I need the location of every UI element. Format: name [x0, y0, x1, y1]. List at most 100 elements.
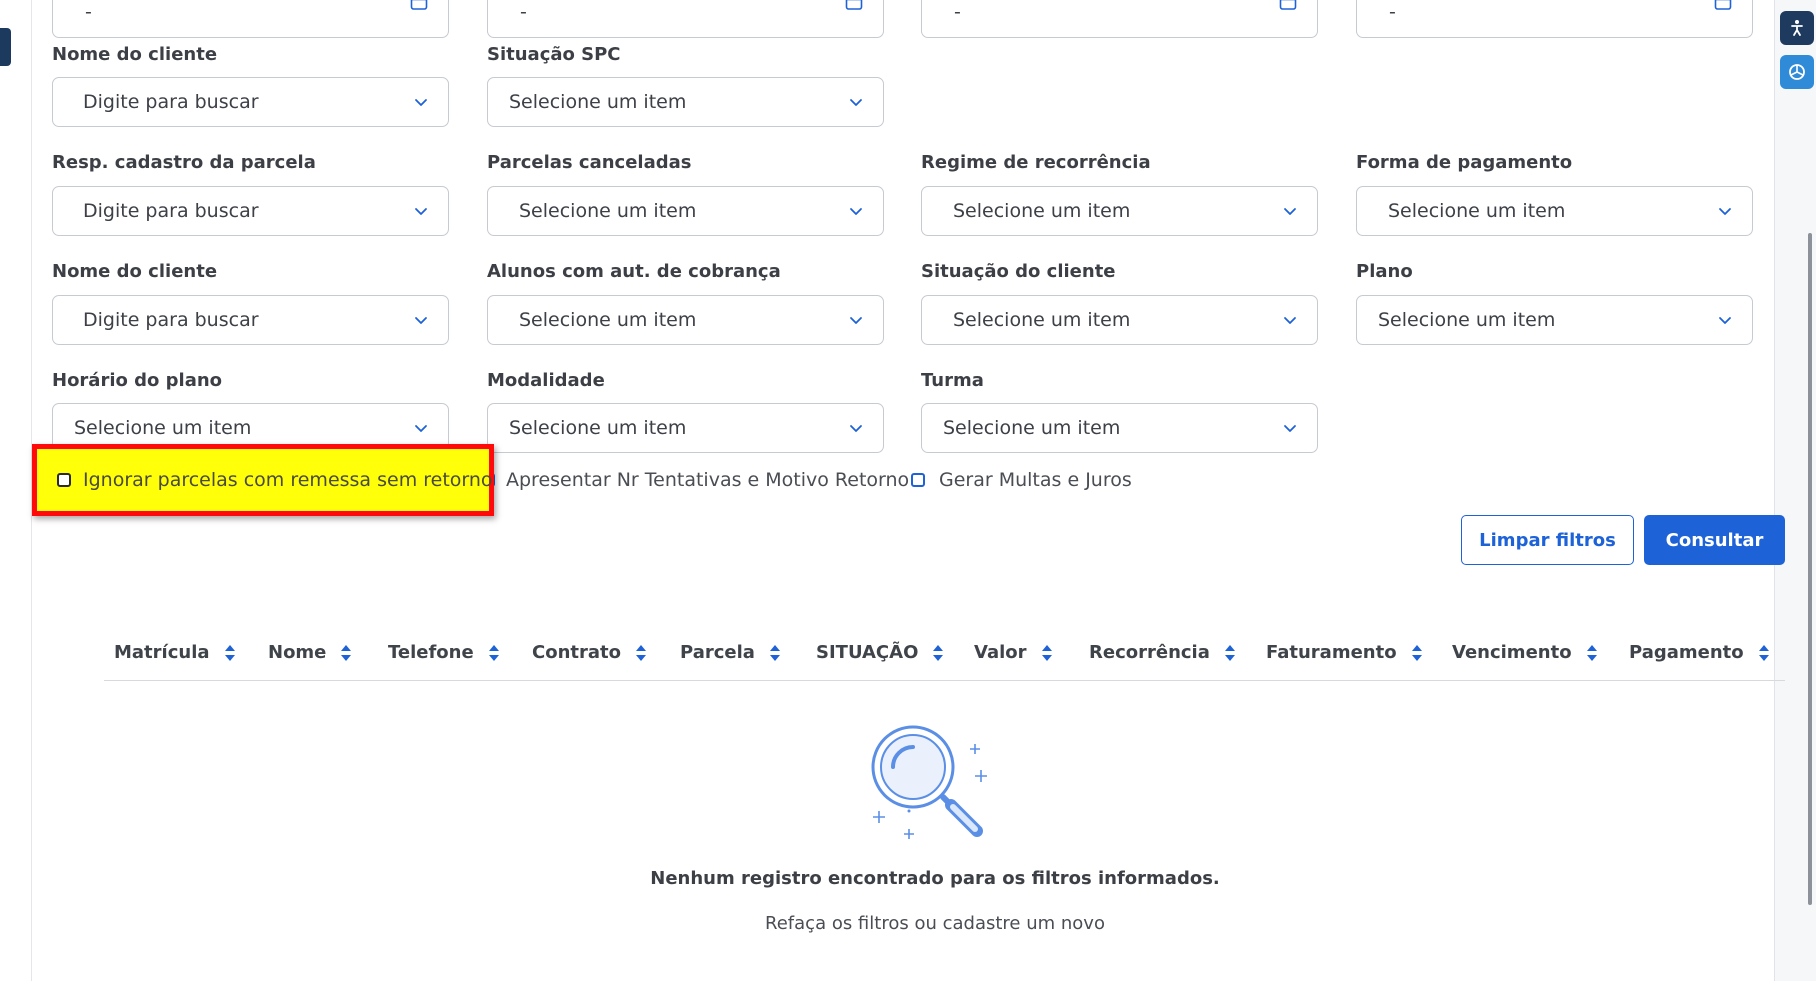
- select-value: Digite para buscar: [83, 200, 259, 222]
- column-valor[interactable]: Valor: [974, 642, 1053, 663]
- checkbox-apresentar-tentativas[interactable]: Apresentar Nr Tentativas e Motivo Retorn…: [487, 469, 909, 491]
- scrollbar-thumb[interactable]: [1808, 233, 1812, 905]
- select-value: Digite para buscar: [83, 91, 259, 113]
- select-value: Selecione um item: [509, 417, 687, 439]
- chevron-down-icon: [1284, 208, 1296, 215]
- date-field-3[interactable]: -: [921, 0, 1318, 38]
- select-regime-recorrencia[interactable]: Selecione um item: [921, 186, 1318, 236]
- sort-icon[interactable]: [488, 643, 500, 663]
- clear-filters-button[interactable]: Limpar filtros: [1461, 515, 1634, 565]
- date-field-2[interactable]: -: [487, 0, 884, 38]
- label-situacao-spc: Situação SPC: [487, 44, 621, 65]
- label-resp-cadastro: Resp. cadastro da parcela: [52, 152, 316, 173]
- column-matricula[interactable]: Matrícula: [114, 642, 236, 663]
- checkbox-label: Gerar Multas e Juros: [939, 469, 1132, 491]
- left-gutter: [0, 0, 32, 981]
- select-alunos-aut-cobranca[interactable]: Selecione um item: [487, 295, 884, 345]
- sort-icon[interactable]: [1411, 643, 1423, 663]
- sort-icon[interactable]: [340, 643, 352, 663]
- select-turma[interactable]: Selecione um item: [921, 403, 1318, 453]
- checkbox-gerar-multas[interactable]: Gerar Multas e Juros: [911, 469, 1132, 491]
- chevron-down-icon: [1284, 317, 1296, 324]
- column-parcela[interactable]: Parcela: [680, 642, 781, 663]
- label-turma: Turma: [921, 370, 984, 391]
- select-modalidade[interactable]: Selecione um item: [487, 403, 884, 453]
- empty-state-title: Nenhum registro encontrado para os filtr…: [650, 868, 1220, 889]
- empty-state-subtitle: Refaça os filtros ou cadastre um novo: [765, 913, 1105, 934]
- select-value: Selecione um item: [953, 309, 1131, 331]
- chevron-down-icon: [850, 208, 862, 215]
- select-resp-cadastro[interactable]: Digite para buscar: [52, 186, 449, 236]
- sort-icon[interactable]: [1041, 643, 1053, 663]
- sort-icon[interactable]: [635, 643, 647, 663]
- column-pagamento[interactable]: Pagamento: [1629, 642, 1770, 663]
- column-vencimento[interactable]: Vencimento: [1452, 642, 1598, 663]
- date-field-1[interactable]: -: [52, 0, 449, 38]
- select-value: Selecione um item: [1378, 309, 1556, 331]
- chevron-down-icon: [1719, 208, 1731, 215]
- accessibility-extension-button[interactable]: [1780, 11, 1814, 45]
- select-value: Selecione um item: [519, 200, 697, 222]
- select-value: Selecione um item: [509, 91, 687, 113]
- chevron-down-icon: [415, 317, 427, 324]
- select-situacao-spc[interactable]: Selecione um item: [487, 77, 884, 127]
- column-label: Telefone: [388, 642, 474, 663]
- chevron-down-icon: [1284, 425, 1296, 432]
- sort-icon[interactable]: [769, 643, 781, 663]
- column-label: Nome: [268, 642, 327, 663]
- sort-icon[interactable]: [224, 643, 236, 663]
- select-value: Selecione um item: [519, 309, 697, 331]
- select-forma-pagamento[interactable]: Selecione um item: [1356, 186, 1753, 236]
- chevron-down-icon: [415, 425, 427, 432]
- checkbox-box[interactable]: [57, 473, 71, 487]
- column-label: Valor: [974, 642, 1027, 663]
- column-recorrencia[interactable]: Recorrência: [1089, 642, 1236, 663]
- checkbox-box[interactable]: [911, 473, 925, 487]
- highlight-annotation: Ignorar parcelas com remessa sem retorno: [32, 444, 494, 516]
- date-field-value: -: [1389, 1, 1396, 23]
- results-table-header: Matrícula Nome Telefone Contrato Parcela…: [104, 628, 1785, 681]
- column-situacao[interactable]: SITUAÇÃO: [816, 642, 944, 663]
- sidebar-collapse-tab[interactable]: [0, 28, 11, 66]
- sort-icon[interactable]: [932, 643, 944, 663]
- column-nome[interactable]: Nome: [268, 642, 352, 663]
- calendar-icon: [410, 0, 428, 10]
- search-button[interactable]: Consultar: [1644, 515, 1785, 565]
- date-field-value: -: [520, 1, 527, 23]
- select-nome-cliente[interactable]: Digite para buscar: [52, 77, 449, 127]
- column-label: Contrato: [532, 642, 621, 663]
- sort-icon[interactable]: [1224, 643, 1236, 663]
- chevron-down-icon: [415, 208, 427, 215]
- sort-icon[interactable]: [1586, 643, 1598, 663]
- column-telefone[interactable]: Telefone: [388, 642, 500, 663]
- calendar-icon: [1714, 0, 1732, 10]
- date-field-4[interactable]: -: [1356, 0, 1753, 38]
- select-value: Selecione um item: [1388, 200, 1566, 222]
- chevron-down-icon: [850, 317, 862, 324]
- select-nome-cliente-2[interactable]: Digite para buscar: [52, 295, 449, 345]
- checkbox-label: Ignorar parcelas com remessa sem retorno: [83, 469, 493, 491]
- column-faturamento[interactable]: Faturamento: [1266, 642, 1423, 663]
- sort-icon[interactable]: [1758, 643, 1770, 663]
- label-forma-pagamento: Forma de pagamento: [1356, 152, 1573, 173]
- select-situacao-cliente[interactable]: Selecione um item: [921, 295, 1318, 345]
- date-field-value: -: [954, 1, 961, 23]
- label-modalidade: Modalidade: [487, 370, 605, 391]
- calendar-icon: [1279, 0, 1297, 10]
- column-label: Matrícula: [114, 642, 210, 663]
- select-value: Digite para buscar: [83, 309, 259, 331]
- chevron-down-icon: [850, 425, 862, 432]
- label-regime-recorrencia: Regime de recorrência: [921, 152, 1151, 173]
- column-contrato[interactable]: Contrato: [532, 642, 647, 663]
- accessibility-icon: [1791, 20, 1803, 36]
- column-label: Recorrência: [1089, 642, 1210, 663]
- select-parcelas-canceladas[interactable]: Selecione um item: [487, 186, 884, 236]
- select-plano[interactable]: Selecione um item: [1356, 295, 1753, 345]
- checkbox-ignorar-parcelas[interactable]: Ignorar parcelas com remessa sem retorno: [57, 469, 493, 491]
- ai-assistant-extension-button[interactable]: [1780, 55, 1814, 89]
- label-situacao-cliente: Situação do cliente: [921, 261, 1116, 282]
- chevron-down-icon: [415, 99, 427, 106]
- calendar-icon: [845, 0, 863, 10]
- column-label: SITUAÇÃO: [816, 642, 919, 663]
- magnifier-illustration: [871, 725, 987, 839]
